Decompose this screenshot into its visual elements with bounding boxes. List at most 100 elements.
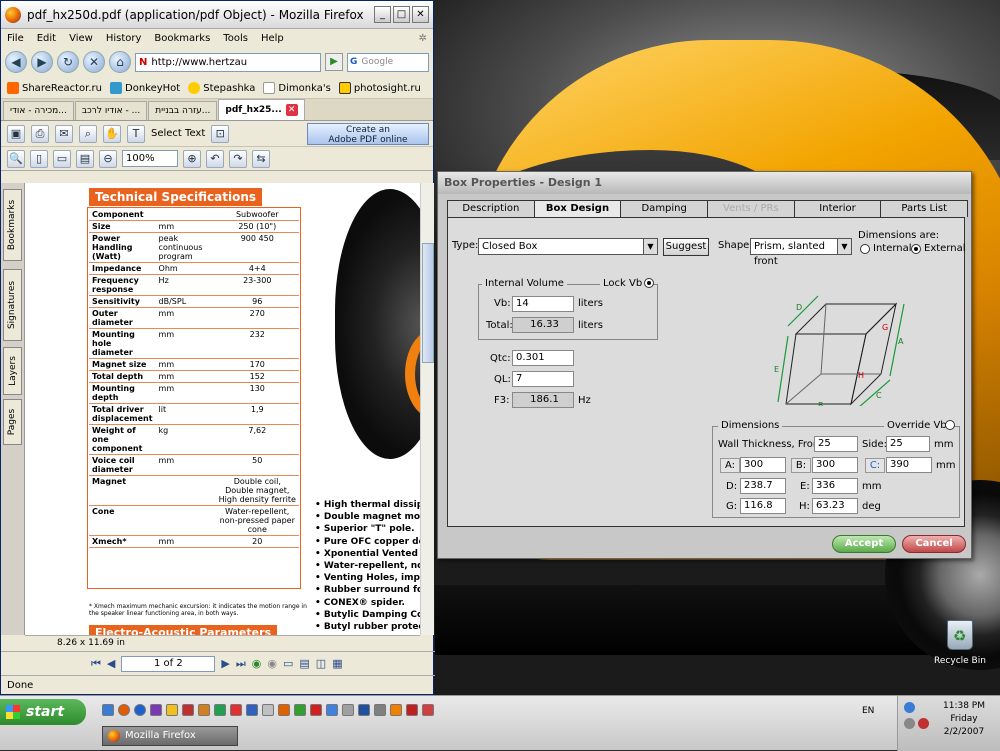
google-icon[interactable]: G xyxy=(350,57,357,67)
type-select[interactable]: Closed Box ▼ xyxy=(478,238,658,255)
side-tab-pages[interactable]: Pages xyxy=(3,399,22,445)
tab-close-icon[interactable]: ✕ xyxy=(285,104,298,116)
quick-launch-app-icon[interactable] xyxy=(406,704,418,716)
quick-launch-app-icon[interactable] xyxy=(278,704,290,716)
pdf-vertical-scrollbar[interactable] xyxy=(420,183,434,635)
find-icon[interactable]: ⌕ xyxy=(79,124,97,143)
quick-launch-app-icon[interactable] xyxy=(182,704,194,716)
hand-tool-icon[interactable]: ✋ xyxy=(103,124,121,143)
quick-launch-app-icon[interactable] xyxy=(230,704,242,716)
rotate-left-icon[interactable]: ↶ xyxy=(206,149,224,168)
fit-width-icon[interactable]: ▤ xyxy=(76,149,94,168)
actual-size-icon[interactable]: ▯ xyxy=(30,149,48,168)
taskbar-item-firefox[interactable]: Mozilla Firefox xyxy=(102,726,238,746)
accept-button[interactable]: Accept xyxy=(832,535,896,553)
minimize-button[interactable]: _ xyxy=(374,6,391,23)
quick-launch-folder-icon[interactable] xyxy=(166,704,178,716)
quick-launch-app-icon[interactable] xyxy=(326,704,338,716)
dim-d-field[interactable]: 238.7 xyxy=(740,478,786,494)
menu-tools[interactable]: Tools xyxy=(223,33,248,44)
tab-2[interactable]: אודיו לרכב - ... xyxy=(74,101,148,120)
zoom-out-icon[interactable]: ⊖ xyxy=(99,149,117,168)
lock-vb-radio[interactable] xyxy=(644,278,654,288)
cancel-button[interactable]: Cancel xyxy=(902,535,966,553)
dialog-title[interactable]: Box Properties - Design 1 xyxy=(438,172,971,194)
url-bar[interactable]: N http://www.hertzau xyxy=(135,52,321,72)
fit-page-icon[interactable]: ▭ xyxy=(53,149,71,168)
facing-icon[interactable]: ◫ xyxy=(316,657,326,670)
zoom-in-icon[interactable]: ⊕ xyxy=(183,149,201,168)
quick-launch-desktop-icon[interactable] xyxy=(102,704,114,716)
quick-launch-app-icon[interactable] xyxy=(262,704,274,716)
snapshot-icon[interactable]: ⊡ xyxy=(211,124,230,143)
reload-icon[interactable]: ↻ xyxy=(57,51,79,73)
quick-launch-app-icon[interactable] xyxy=(198,704,210,716)
side-tab-signatures[interactable]: Signatures xyxy=(3,269,22,341)
tray-network-icon[interactable] xyxy=(904,702,915,713)
single-page-icon[interactable]: ▭ xyxy=(283,657,293,670)
pdf-options-icon[interactable]: ⇆ xyxy=(252,149,270,168)
dim-b-field[interactable]: 300 xyxy=(812,457,858,473)
go-icon[interactable]: ▶ xyxy=(325,53,343,71)
quick-launch-app-icon[interactable] xyxy=(342,704,354,716)
dim-g-field[interactable]: 116.8 xyxy=(740,498,786,514)
qtc-field[interactable]: 0.301 xyxy=(512,350,574,366)
previous-view-icon[interactable]: ◉ xyxy=(252,657,262,670)
quick-launch-app-icon[interactable] xyxy=(422,704,434,716)
clock[interactable]: 11:38 PM Friday 2/2/2007 xyxy=(928,700,1000,739)
quick-launch-app-icon[interactable] xyxy=(294,704,306,716)
side-tab-bookmarks[interactable]: Bookmarks xyxy=(3,189,22,261)
tab-interior[interactable]: Interior xyxy=(793,200,882,217)
menu-bookmarks[interactable]: Bookmarks xyxy=(154,33,210,44)
tab-damping[interactable]: Damping xyxy=(620,200,709,217)
quick-launch-app-icon[interactable] xyxy=(214,704,226,716)
tab-3[interactable]: עזרה בבניית... xyxy=(148,101,218,120)
quick-launch-app-icon[interactable] xyxy=(246,704,258,716)
tab-1[interactable]: מכירה - אודי... xyxy=(3,101,74,120)
firefox-titlebar[interactable]: pdf_hx250d.pdf (application/pdf Object) … xyxy=(1,1,433,29)
recycle-bin-icon[interactable] xyxy=(947,620,973,650)
zoom-field[interactable]: 100% xyxy=(122,150,178,167)
tray-volume-icon[interactable] xyxy=(904,718,915,729)
tab-box-design[interactable]: Box Design xyxy=(533,200,622,218)
menu-edit[interactable]: Edit xyxy=(37,33,56,44)
internal-radio[interactable] xyxy=(860,244,870,254)
menu-view[interactable]: View xyxy=(69,33,93,44)
side-tab-layers[interactable]: Layers xyxy=(3,347,22,395)
close-button[interactable]: ✕ xyxy=(412,6,429,23)
ql-field[interactable]: 7 xyxy=(512,371,574,387)
create-adobe-pdf-button[interactable]: Create an Adobe PDF online xyxy=(307,122,429,145)
quick-launch-app-icon[interactable] xyxy=(390,704,402,716)
bookmark-stepashka[interactable]: Stepashka xyxy=(188,81,255,94)
recycle-bin[interactable]: Recycle Bin xyxy=(925,620,995,666)
start-button[interactable]: start xyxy=(0,699,86,725)
bookmark-donkeyhot[interactable]: DonkeyHot xyxy=(110,81,180,94)
first-page-icon[interactable]: ⏮ xyxy=(91,657,101,671)
last-page-icon[interactable]: ⏭ xyxy=(236,657,246,671)
shape-select[interactable]: Prism, slanted front ▼ xyxy=(750,238,852,267)
menu-file[interactable]: File xyxy=(7,33,24,44)
print-icon[interactable]: ⎙ xyxy=(31,124,49,143)
select-text-icon[interactable]: T xyxy=(127,124,145,143)
vb-field[interactable]: 14 xyxy=(512,296,574,312)
quick-launch-firefox-icon[interactable] xyxy=(118,704,130,716)
zoom-tool-icon[interactable]: 🔍 xyxy=(7,149,25,168)
bookmark-photosight[interactable]: photosight.ru xyxy=(338,81,421,94)
dim-c-button[interactable]: C: xyxy=(865,458,885,473)
save-icon[interactable]: ▣ xyxy=(7,124,25,143)
dim-b-button[interactable]: B: xyxy=(791,458,811,473)
quick-launch-app-icon[interactable] xyxy=(374,704,386,716)
previous-page-icon[interactable]: ◀ xyxy=(107,657,115,670)
language-indicator[interactable]: EN xyxy=(862,706,874,716)
override-vb-radio[interactable] xyxy=(945,420,955,430)
bookmark-dimonkas[interactable]: Dimonka's xyxy=(263,81,331,94)
pdf-document[interactable]: Technical Specifications Component Subwoo… xyxy=(25,183,420,635)
quick-launch-app-icon[interactable] xyxy=(358,704,370,716)
back-icon[interactable]: ◀ xyxy=(5,51,27,73)
dim-h-field[interactable]: 63.23 xyxy=(812,498,858,514)
rotate-right-icon[interactable]: ↷ xyxy=(229,149,247,168)
continuous-facing-icon[interactable]: ▦ xyxy=(332,657,342,670)
menu-history[interactable]: History xyxy=(106,33,142,44)
page-number-field[interactable]: 1 of 2 xyxy=(121,655,216,672)
select-text-label[interactable]: Select Text xyxy=(151,128,205,139)
